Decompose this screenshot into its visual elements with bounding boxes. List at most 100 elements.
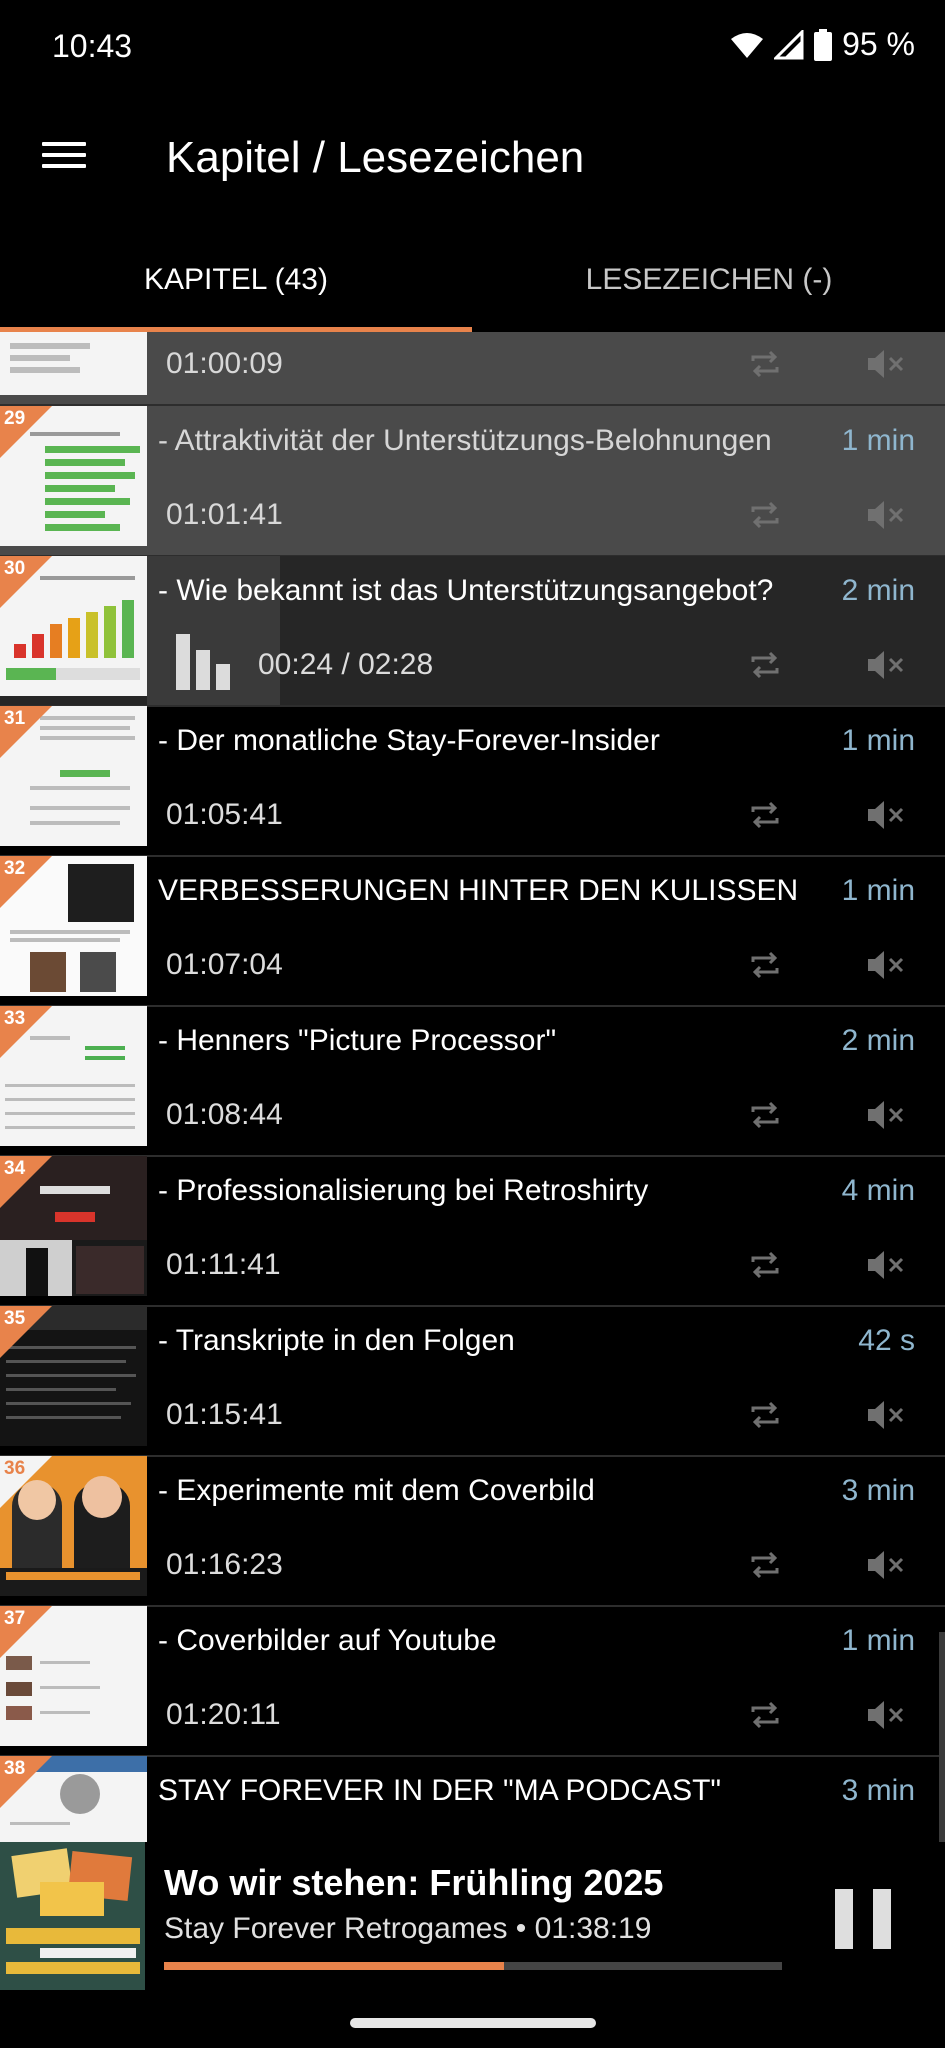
chapter-number: 30	[4, 558, 26, 579]
chapter-title: STAY FOREVER IN DER "MA PODCAST"	[158, 1774, 722, 1807]
mute-icon[interactable]	[866, 498, 904, 532]
chapter-row[interactable]: 32 VERBESSERUNGEN HINTER DEN KULISSEN 1 …	[0, 856, 945, 1007]
chapter-row[interactable]: 01:00:09	[0, 332, 945, 406]
chapter-duration: 42 s	[858, 1324, 915, 1357]
episode-cover	[0, 1842, 145, 1990]
chapter-title: - Coverbilder auf Youtube	[158, 1624, 497, 1657]
chapter-start-time: 01:05:41	[166, 798, 283, 831]
repeat-icon[interactable]	[748, 648, 782, 682]
repeat-icon[interactable]	[748, 1248, 782, 1282]
chapter-row[interactable]: 31 - Der monatliche Stay-Forever-Insider…	[0, 706, 945, 857]
chapter-row[interactable]: 33 - Henners "Picture Processor" 2 min 0…	[0, 1006, 945, 1157]
chapter-thumbnail: 36	[0, 1456, 147, 1596]
chapter-playback-position: 00:24 / 02:28	[258, 648, 434, 681]
mute-icon[interactable]	[866, 347, 904, 381]
chapter-row-current[interactable]: 30 - Wie bekannt ist das Unterstützungsa…	[0, 556, 945, 707]
tab-lesezeichen[interactable]: LESEZEICHEN (-)	[473, 230, 945, 332]
chapter-number: 36	[4, 1458, 26, 1479]
chapter-thumbnail	[0, 332, 147, 395]
pause-button[interactable]	[835, 1889, 891, 1949]
episode-progress-bar	[164, 1962, 782, 1970]
repeat-icon[interactable]	[748, 1698, 782, 1732]
chapter-title: VERBESSERUNGEN HINTER DEN KULISSEN	[158, 874, 799, 907]
chapter-title: - Experimente mit dem Coverbild	[158, 1474, 595, 1507]
chapter-thumbnail: 35	[0, 1306, 147, 1446]
episode-subtitle: Stay Forever Retrogames • 01:38:19	[164, 1912, 652, 1945]
tab-kapitel[interactable]: KAPITEL (43)	[0, 230, 472, 332]
chapter-start-time: 01:20:11	[166, 1698, 281, 1731]
page-title: Kapitel / Lesezeichen	[166, 133, 585, 182]
chapter-title: - Henners "Picture Processor"	[158, 1024, 557, 1057]
chapter-duration: 3 min	[841, 1774, 915, 1807]
chapter-duration: 3 min	[841, 1474, 915, 1507]
repeat-icon[interactable]	[748, 1548, 782, 1582]
chapter-number: 29	[4, 408, 26, 429]
chapter-thumbnail: 30	[0, 556, 147, 696]
chapter-duration: 1 min	[841, 424, 915, 457]
chapter-start-time: 01:08:44	[166, 1098, 283, 1131]
status-bar: 10:43 95 %	[0, 0, 945, 95]
tab-bar: KAPITEL (43) LESEZEICHEN (-)	[0, 230, 945, 332]
chapter-number: 37	[4, 1608, 26, 1629]
scrollbar[interactable]	[939, 1632, 945, 1842]
chapter-row[interactable]: 35 - Transkripte in den Folgen 42 s 01:1…	[0, 1306, 945, 1457]
repeat-icon[interactable]	[748, 498, 782, 532]
chapter-title: - Attraktivität der Unterstützungs-Beloh…	[158, 424, 772, 457]
chapter-start-time: 01:11:41	[166, 1248, 281, 1281]
episode-title[interactable]: Wo wir stehen: Frühling 2025	[164, 1862, 663, 1904]
chapter-row[interactable]: 38 STAY FOREVER IN DER "MA PODCAST" 3 mi…	[0, 1756, 945, 1842]
chapter-number: 31	[4, 708, 26, 729]
chapter-title: - Der monatliche Stay-Forever-Insider	[158, 724, 660, 757]
chapter-number: 33	[4, 1008, 26, 1029]
chapter-number: 34	[4, 1158, 26, 1179]
repeat-icon[interactable]	[748, 1098, 782, 1132]
chapter-thumbnail: 31	[0, 706, 147, 846]
chapter-thumbnail: 38	[0, 1756, 147, 1842]
mute-icon[interactable]	[866, 1398, 904, 1432]
chapter-start-time: 01:16:23	[166, 1548, 283, 1581]
repeat-icon[interactable]	[748, 948, 782, 982]
status-time: 10:43	[52, 28, 133, 64]
pause-icon	[835, 1889, 853, 1949]
hamburger-menu-icon[interactable]	[40, 135, 88, 183]
mute-icon[interactable]	[866, 1248, 904, 1282]
chapter-row[interactable]: 37 - Coverbilder auf Youtube 1 min 01:20…	[0, 1606, 945, 1757]
cell-signal-icon	[774, 29, 804, 59]
chapter-duration: 1 min	[841, 874, 915, 907]
chapter-row[interactable]: 29 - Attraktivität der Unterstützungs-Be…	[0, 406, 945, 557]
battery-level: 95 %	[842, 26, 915, 62]
chapter-thumbnail: 33	[0, 1006, 147, 1146]
chapter-thumbnail: 29	[0, 406, 147, 546]
mute-icon[interactable]	[866, 1698, 904, 1732]
mini-player[interactable]: Wo wir stehen: Frühling 2025 Stay Foreve…	[0, 1842, 945, 2002]
chapter-number: 35	[4, 1308, 26, 1329]
repeat-icon[interactable]	[748, 347, 782, 381]
episode-progress-fill	[164, 1962, 504, 1970]
mute-icon[interactable]	[866, 648, 904, 682]
battery-icon	[814, 28, 833, 61]
now-playing-icon	[176, 634, 236, 690]
chapter-start-time: 01:07:04	[166, 948, 283, 981]
mute-icon[interactable]	[866, 1098, 904, 1132]
chapter-row[interactable]: 36 - Experimente mit dem Coverbild 3 min…	[0, 1456, 945, 1607]
chapter-start-time: 01:00:09	[166, 347, 283, 380]
chapter-title: - Professionalisierung bei Retroshirty	[158, 1174, 649, 1207]
mute-icon[interactable]	[866, 948, 904, 982]
repeat-icon[interactable]	[748, 798, 782, 832]
chapter-number: 32	[4, 858, 26, 879]
mute-icon[interactable]	[866, 798, 904, 832]
repeat-icon[interactable]	[748, 1398, 782, 1432]
chapter-list[interactable]: 01:00:09 29 - Attraktivität der Unterstü…	[0, 332, 945, 1842]
mute-icon[interactable]	[866, 1548, 904, 1582]
wifi-icon	[731, 32, 764, 58]
chapter-title: - Transkripte in den Folgen	[158, 1324, 515, 1357]
chapter-title: - Wie bekannt ist das Unterstützungsange…	[158, 574, 774, 607]
chapter-start-time: 01:01:41	[166, 498, 283, 531]
chapter-duration: 2 min	[841, 574, 915, 607]
app-bar: Kapitel / Lesezeichen	[0, 95, 945, 230]
status-icons: 95 %	[730, 26, 915, 63]
home-indicator[interactable]	[350, 2018, 596, 2028]
chapter-thumbnail: 37	[0, 1606, 147, 1746]
chapter-start-time: 01:15:41	[166, 1398, 283, 1431]
chapter-row[interactable]: 34 - Professionalisierung bei Retroshirt…	[0, 1156, 945, 1307]
